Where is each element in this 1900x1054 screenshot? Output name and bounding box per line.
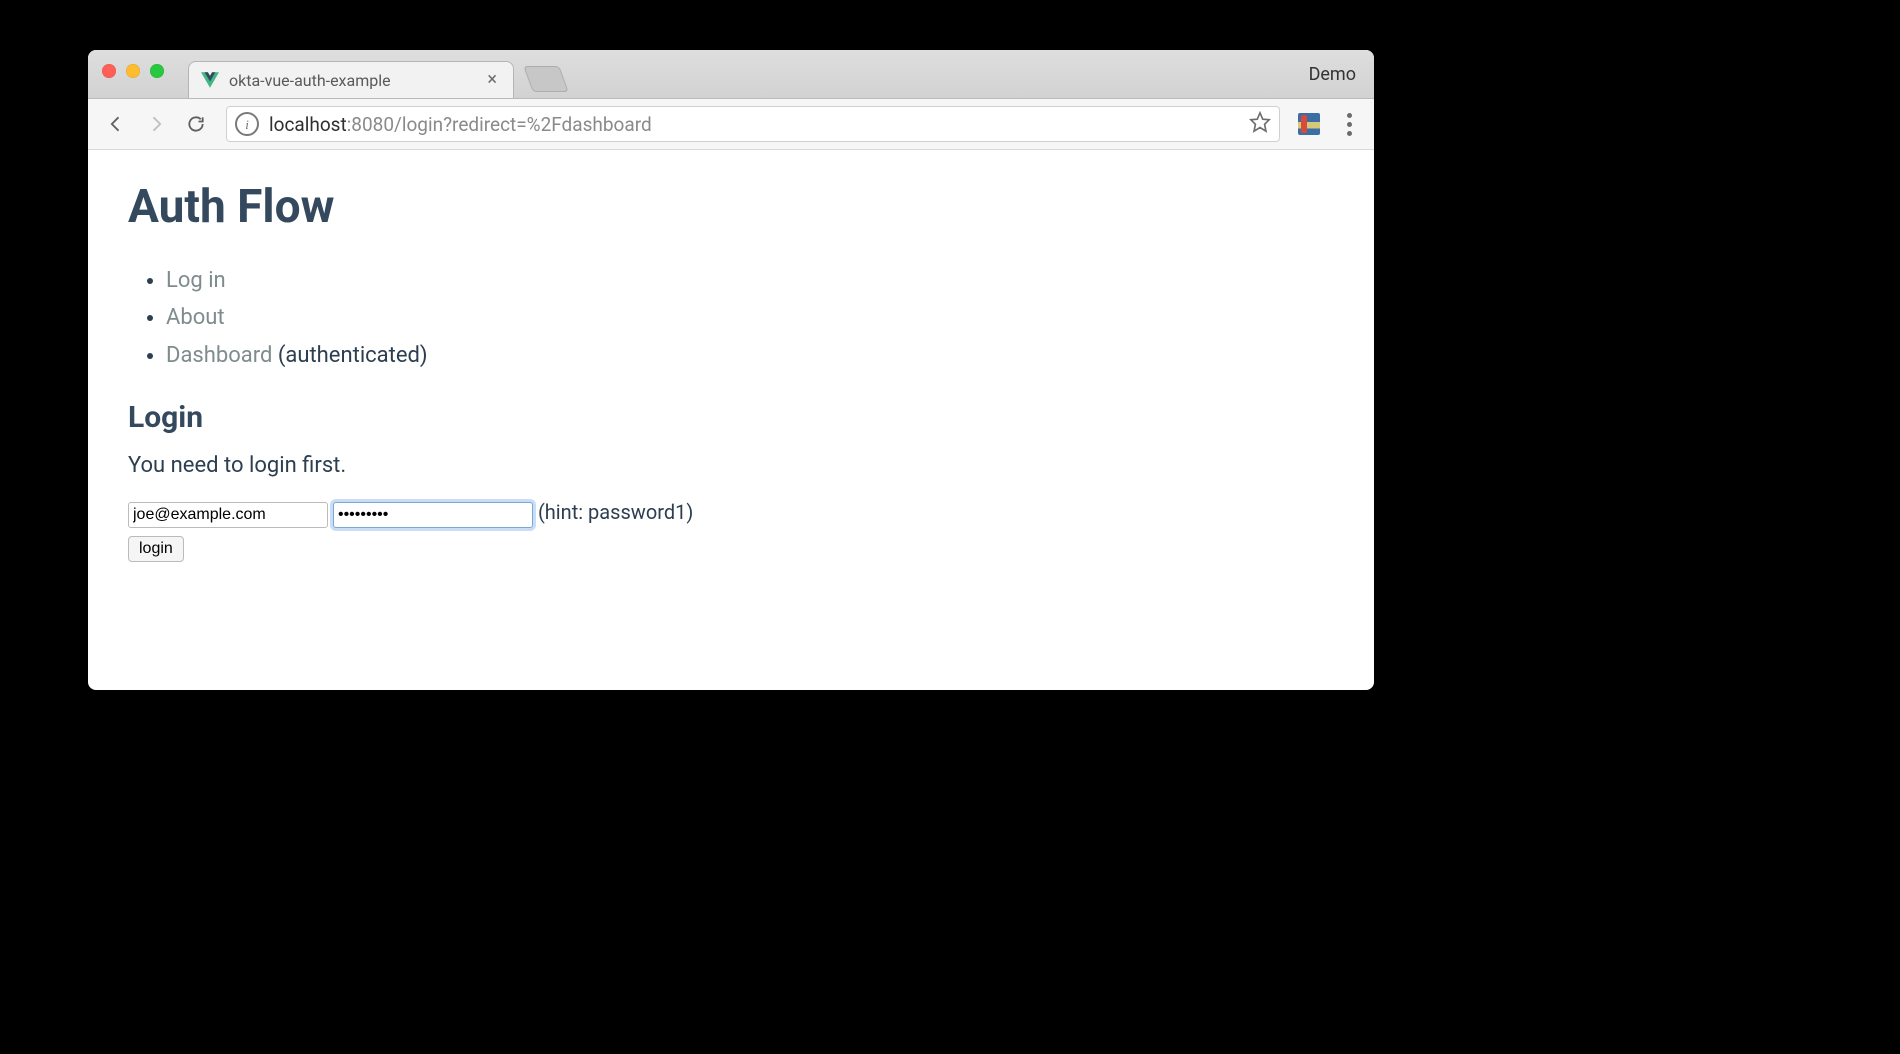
back-button[interactable]	[98, 106, 134, 142]
maximize-window-button[interactable]	[150, 64, 164, 78]
email-input[interactable]	[128, 502, 328, 528]
tab-title: okta-vue-auth-example	[229, 71, 473, 90]
page-content: Auth Flow Log in About Dashboard (authen…	[88, 150, 1374, 592]
nav-dashboard-suffix: (authenticated)	[272, 343, 427, 368]
bookmark-star-icon[interactable]	[1249, 111, 1271, 137]
browser-toolbar: i localhost:8080/login?redirect=%2Fdashb…	[88, 99, 1374, 150]
url-host: localhost	[269, 113, 347, 136]
browser-window: okta-vue-auth-example × Demo i localho	[88, 50, 1374, 690]
window-controls	[102, 64, 164, 78]
page-title: Auth Flow	[128, 180, 1334, 234]
browser-tab-active[interactable]: okta-vue-auth-example ×	[188, 61, 514, 98]
nav-item-dashboard: Dashboard (authenticated)	[166, 337, 1334, 374]
login-heading: Login	[128, 400, 1334, 435]
vue-icon	[201, 71, 219, 89]
close-window-button[interactable]	[102, 64, 116, 78]
login-notice: You need to login first.	[128, 453, 1334, 478]
url-path: :8080/login?redirect=%2Fdashboard	[347, 113, 652, 136]
login-form: (hint: password1) login	[128, 500, 1334, 562]
tab-strip: okta-vue-auth-example × Demo	[88, 50, 1374, 99]
nav-link-about[interactable]: About	[166, 305, 225, 330]
password-input[interactable]	[333, 502, 533, 528]
close-tab-icon[interactable]: ×	[483, 71, 501, 89]
nav-link-login[interactable]: Log in	[166, 268, 226, 293]
password-hint: (hint: password1)	[538, 500, 693, 524]
forward-button[interactable]	[138, 106, 174, 142]
demo-watermark: Demo	[1309, 64, 1356, 85]
lighthouse-extension-icon[interactable]	[1298, 113, 1320, 135]
url-text: localhost:8080/login?redirect=%2Fdashboa…	[269, 113, 1239, 136]
browser-menu-button[interactable]	[1334, 109, 1364, 139]
nav-item-about: About	[166, 299, 1334, 336]
address-bar[interactable]: i localhost:8080/login?redirect=%2Fdashb…	[226, 106, 1280, 142]
reload-button[interactable]	[178, 106, 214, 142]
new-tab-button[interactable]	[523, 66, 568, 92]
site-info-icon[interactable]: i	[235, 112, 259, 136]
minimize-window-button[interactable]	[126, 64, 140, 78]
nav-item-login: Log in	[166, 262, 1334, 299]
nav-link-dashboard[interactable]: Dashboard	[166, 343, 272, 368]
nav-list: Log in About Dashboard (authenticated)	[128, 262, 1334, 374]
login-button[interactable]: login	[128, 536, 184, 562]
